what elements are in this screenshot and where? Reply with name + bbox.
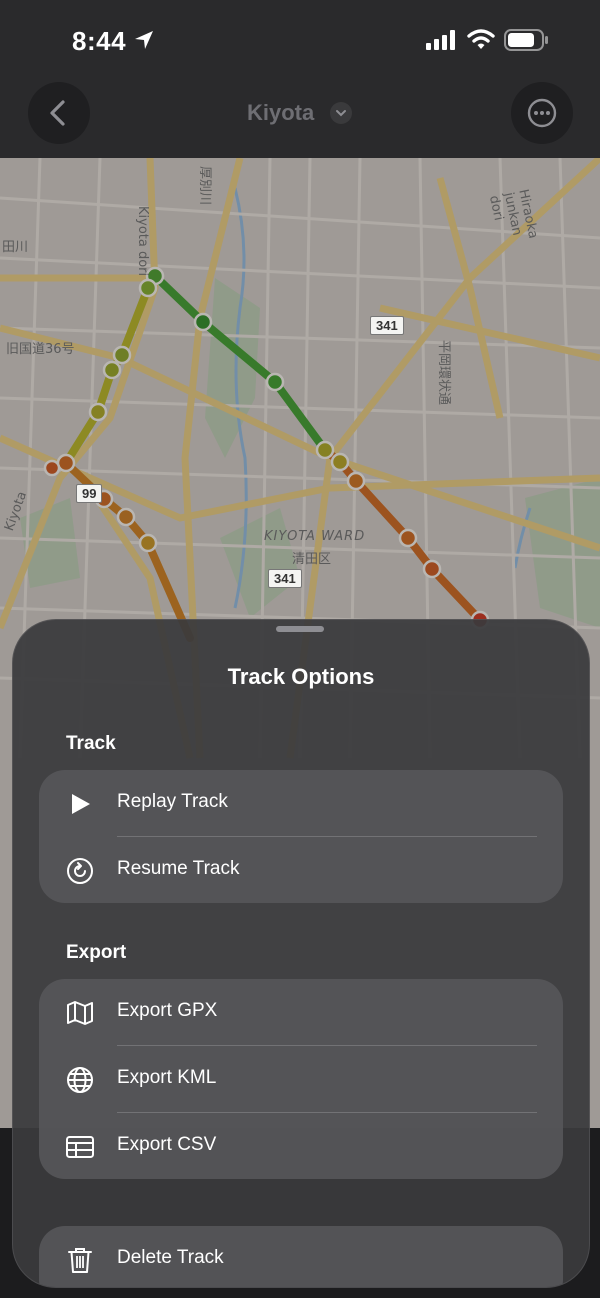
replay-track-row[interactable]: Replay Track — [39, 770, 563, 836]
play-icon — [72, 794, 90, 814]
section-title-export: Export — [66, 942, 127, 963]
ellipsis-circle-icon — [527, 98, 557, 128]
export-csv-row[interactable]: Export CSV — [39, 1113, 563, 1179]
danger-group: Delete Track — [39, 1226, 563, 1287]
battery-icon — [504, 29, 548, 51]
trash-icon — [68, 1248, 92, 1273]
map-label-road-left-top: 田川 — [2, 240, 29, 255]
table-icon — [66, 1136, 94, 1158]
track-group: Replay Track Resume Track — [39, 770, 563, 903]
chevron-down-icon — [336, 110, 346, 117]
back-button[interactable] — [28, 82, 90, 144]
more-button[interactable] — [511, 82, 573, 144]
export-group: Export GPX Export KML Export CSV — [39, 979, 563, 1179]
cellular-signal-icon — [426, 30, 455, 50]
navigation-bar: Kiyota — [0, 80, 600, 158]
map-label-ward-jp: 清田区 — [292, 552, 332, 567]
track-options-sheet: Track Options Track Replay Track Resume … — [12, 619, 590, 1288]
resume-track-row[interactable]: Resume Track — [39, 837, 563, 903]
chevron-left-icon — [50, 100, 65, 126]
status-time: 8:44 — [72, 26, 127, 56]
map-icon — [67, 1001, 93, 1025]
export-csv-label: Export CSV — [117, 1134, 217, 1155]
route-shield: 341 — [370, 316, 404, 335]
export-kml-row[interactable]: Export KML — [39, 1046, 563, 1112]
map-label-ward-en: KIYOTA WARD — [264, 529, 366, 544]
map-label-river: 厚別川 — [197, 166, 212, 206]
title-menu-chevron[interactable] — [330, 102, 352, 124]
section-title-track: Track — [66, 733, 116, 754]
route-shield: 341 — [268, 569, 302, 588]
delete-track-row[interactable]: Delete Track — [39, 1226, 563, 1287]
export-gpx-row[interactable]: Export GPX — [39, 979, 563, 1045]
map-label-kyu-kokudo: 旧国道36号 — [6, 342, 75, 357]
resume-track-label: Resume Track — [117, 858, 240, 879]
delete-track-label: Delete Track — [117, 1247, 224, 1268]
replay-track-label: Replay Track — [117, 791, 228, 812]
route-shield: 99 — [76, 484, 103, 503]
location-arrow-icon — [135, 31, 153, 49]
sheet-grabber[interactable] — [276, 626, 324, 632]
map-label-hiraoka-jp: 平岡環状通 — [436, 340, 451, 406]
export-kml-label: Export KML — [117, 1067, 217, 1088]
status-bar: 8:44 — [0, 0, 600, 80]
map-label-kiyota-dori: Kiyota dori — [135, 206, 150, 277]
sheet-title: Track Options — [227, 664, 375, 689]
export-gpx-label: Export GPX — [117, 1000, 218, 1021]
wifi-icon — [467, 29, 495, 49]
globe-icon — [67, 1067, 93, 1093]
resume-icon — [67, 858, 93, 884]
page-title[interactable]: Kiyota — [247, 100, 314, 126]
